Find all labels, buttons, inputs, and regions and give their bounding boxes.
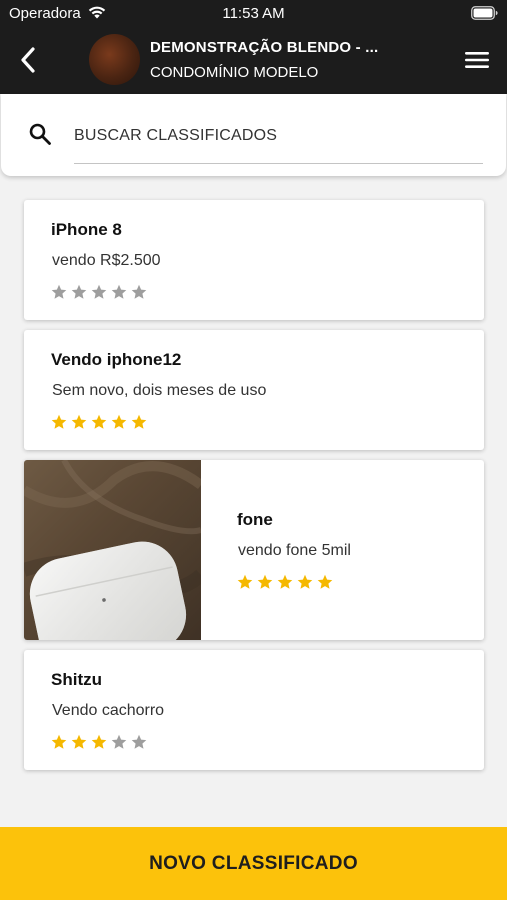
rating-stars — [51, 414, 147, 430]
search-icon — [29, 123, 51, 145]
rating-stars — [237, 574, 333, 590]
star-icon — [111, 284, 127, 299]
listing-title: Shitzu — [51, 670, 102, 689]
hamburger-menu-icon[interactable] — [465, 51, 489, 69]
header-title: DEMONSTRAÇÃO BLENDO - ... — [150, 39, 379, 56]
star-icon — [297, 574, 313, 589]
listing-description: vendo R$2.500 — [52, 252, 161, 269]
listing-card[interactable]: iPhone 8 vendo R$2.500 — [24, 200, 484, 320]
listing-title: Vendo iphone12 — [51, 350, 182, 369]
star-icon — [51, 284, 67, 299]
back-button[interactable] — [14, 44, 42, 76]
star-icon — [91, 414, 107, 429]
listing-description: Sem novo, dois meses de uso — [52, 382, 267, 399]
star-icon — [91, 734, 107, 749]
star-icon — [317, 574, 333, 589]
star-icon — [237, 574, 253, 589]
star-icon — [277, 574, 293, 589]
star-icon — [91, 284, 107, 299]
star-icon — [131, 414, 147, 429]
star-icon — [71, 734, 87, 749]
star-icon — [131, 734, 147, 749]
status-bar: Operadora 11:53 AM — [0, 0, 507, 28]
condominium-avatar — [89, 34, 140, 85]
earbuds-case-image — [24, 460, 201, 640]
battery-icon — [471, 6, 498, 20]
listing-photo — [24, 460, 201, 640]
listing-description: Vendo cachorro — [52, 702, 165, 719]
listing-card[interactable]: Shitzu Vendo cachorro — [24, 650, 484, 770]
star-icon — [71, 284, 87, 299]
star-icon — [51, 734, 67, 749]
app-header: Operadora 11:53 AM DEMONSTRAÇÃO BLENDO -… — [0, 0, 507, 94]
chevron-left-icon — [21, 47, 35, 73]
listing-title: fone — [237, 510, 273, 529]
listing-card[interactable]: fone vendo fone 5mil — [24, 460, 484, 640]
new-listing-button[interactable]: NOVO CLASSIFICADO — [0, 827, 507, 900]
star-icon — [71, 414, 87, 429]
rating-stars — [51, 284, 147, 300]
star-icon — [51, 414, 67, 429]
status-time: 11:53 AM — [222, 5, 285, 22]
rating-stars — [51, 734, 147, 750]
star-icon — [111, 414, 127, 429]
star-icon — [257, 574, 273, 589]
listing-card[interactable]: Vendo iphone12 Sem novo, dois meses de u… — [24, 330, 484, 450]
search-input[interactable] — [74, 118, 483, 164]
star-icon — [111, 734, 127, 749]
listing-title: iPhone 8 — [51, 220, 122, 239]
listing-description: vendo fone 5mil — [238, 542, 351, 559]
header-subtitle: CONDOMÍNIO MODELO — [150, 64, 319, 81]
star-icon — [131, 284, 147, 299]
